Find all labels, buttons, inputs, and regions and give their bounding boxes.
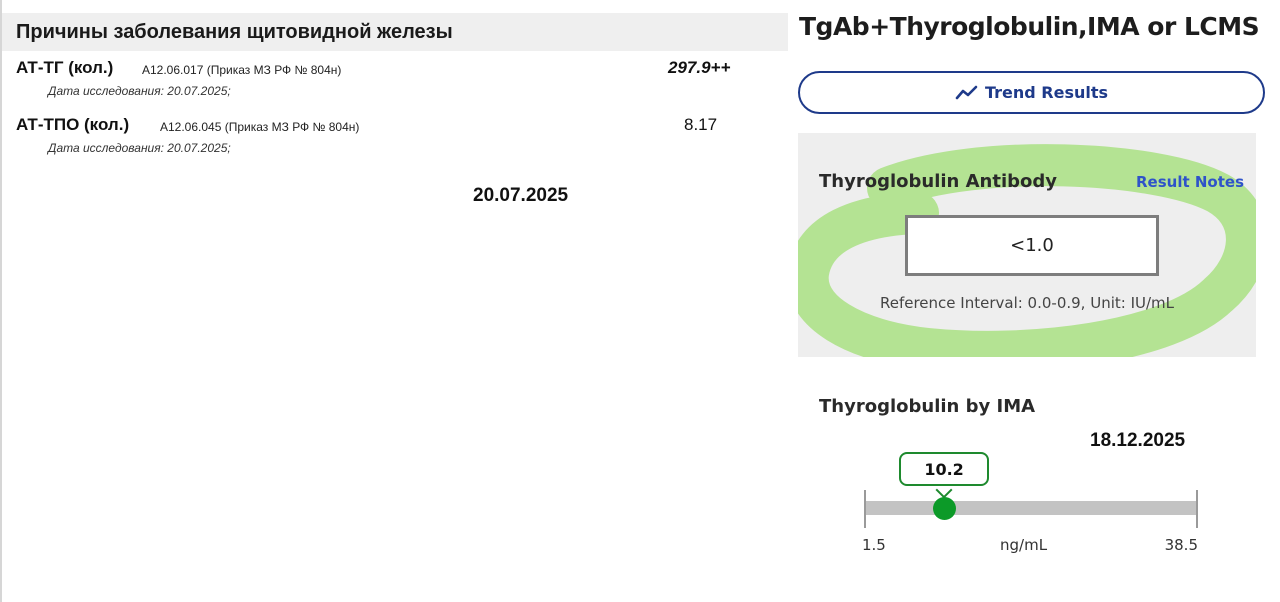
antibody-result-card: Thyroglobulin Antibody Result Notes <1.0… [798,133,1256,357]
panel-border [0,0,2,602]
antibody-title: Thyroglobulin Antibody [819,171,1057,192]
result-notes-link[interactable]: Result Notes [1136,173,1244,191]
range-cap-left [864,490,866,528]
lab-row-at-tg: АТ-ТГ (кол.) A12.06.017 (Приказ МЗ РФ № … [16,58,756,98]
antibody-value-box: <1.0 [905,215,1159,276]
value-bubble: 10.2 [899,452,990,486]
section-header: Причины заболевания щитовидной железы [2,13,788,51]
range-cap-right [1196,490,1198,528]
result-app-panel: TgAb+Thyroglobulin,IMA or LCMS Trend Res… [790,0,1280,602]
test-name: АТ-ТГ (кол.) [16,58,114,77]
value-label: 10.2 [924,459,964,479]
range-track [866,501,1198,515]
date-caption: 18.12.2025 [1090,430,1186,451]
trend-results-button[interactable]: Trend Results [798,71,1265,114]
lab-row-at-tpo: АТ-ТПО (кол.) A12.06.045 (Приказ МЗ РФ №… [16,115,756,155]
ima-range-gauge: 10.2 1.5 ng/mL 38.5 [862,450,1202,560]
test-value: 8.17 [684,115,718,134]
trend-results-label: Trend Results [984,83,1109,102]
date-caption: 20.07.2025 [473,185,569,206]
section-title: Причины заболевания щитовидной железы [16,21,453,43]
ima-title: Thyroglobulin by IMA [819,396,1036,417]
test-name: АТ-ТПО (кол.) [16,115,130,134]
test-code: A12.06.045 (Приказ МЗ РФ № 804н) [160,120,360,134]
reference-interval: Reference Interval: 0.0-0.9, Unit: IU/mL [879,294,1174,312]
test-value: 297.9++ [668,58,731,77]
lab-report-panel: Причины заболевания щитовидной железы АТ… [0,0,790,602]
value-marker [933,497,957,520]
test-code: A12.06.017 (Приказ МЗ РФ № 804н) [142,63,342,77]
antibody-value: <1.0 [1010,235,1054,256]
unit-label: ng/mL [1000,536,1048,554]
trend-line-icon [955,85,978,99]
test-date: Дата исследования: 20.07.2025; [48,84,231,98]
range-max-label: 38.5 [1164,536,1198,554]
page-title: TgAb+Thyroglobulin,IMA or LCMS [799,12,1260,41]
range-min-label: 1.5 [862,536,886,554]
test-date: Дата исследования: 20.07.2025; [48,141,231,155]
